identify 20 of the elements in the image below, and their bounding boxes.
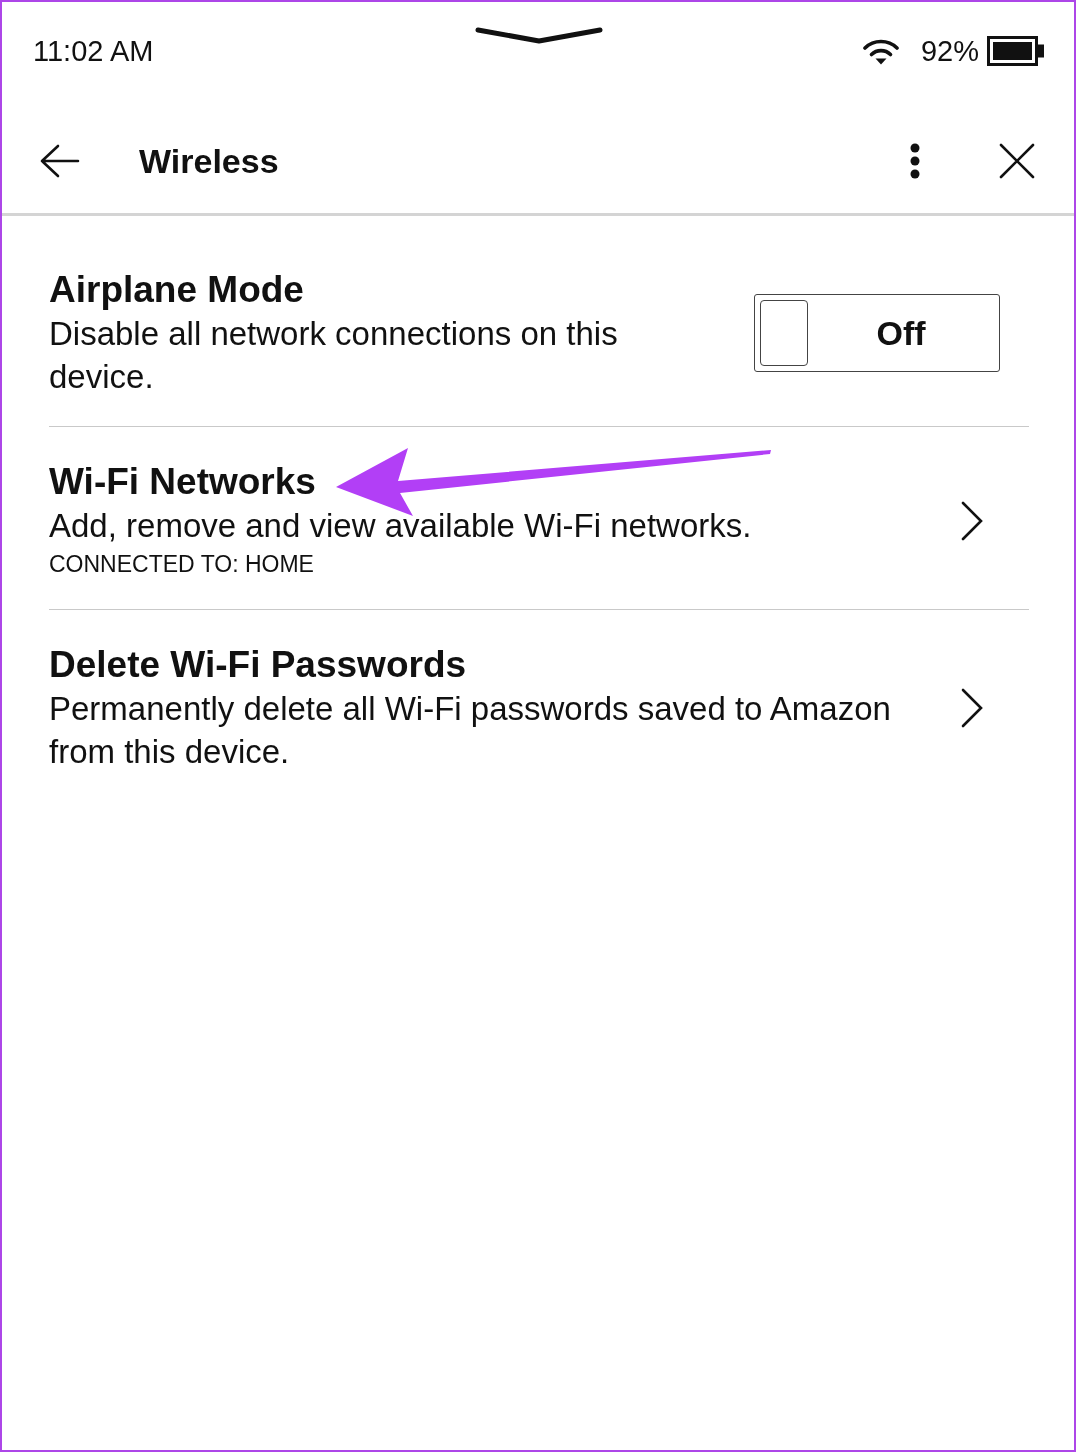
connection-status: CONNECTED TO: HOME (49, 550, 315, 579)
toggle-knob[interactable] (760, 300, 808, 366)
setting-description: Add, remove and view available Wi-Fi networks. (49, 506, 753, 546)
more-options-icon[interactable] (909, 141, 921, 180)
chevron-right-icon[interactable] (960, 500, 984, 541)
pull-down-handle-icon[interactable] (475, 26, 603, 44)
chevron-right-icon[interactable] (960, 688, 984, 728)
clock-time: 11:02 AM (33, 34, 154, 68)
close-icon[interactable] (999, 142, 1035, 179)
wifi-icon (862, 37, 899, 65)
back-icon[interactable] (40, 143, 80, 178)
setting-title: Wi-Fi Networks (49, 460, 316, 504)
setting-title: Delete Wi-Fi Passwords (49, 643, 467, 687)
setting-description: Disable all network connections on this device. (49, 314, 619, 397)
battery-percentage: 92% (920, 34, 979, 68)
setting-description: Permanently delete all Wi-Fi passwords saved to Amazon from this device. (49, 689, 892, 772)
setting-title: Airplane Mode (49, 268, 304, 312)
page-title: Wireless (139, 140, 279, 182)
toggle-switch[interactable]: Off (754, 294, 1000, 372)
battery-icon (987, 36, 1045, 66)
